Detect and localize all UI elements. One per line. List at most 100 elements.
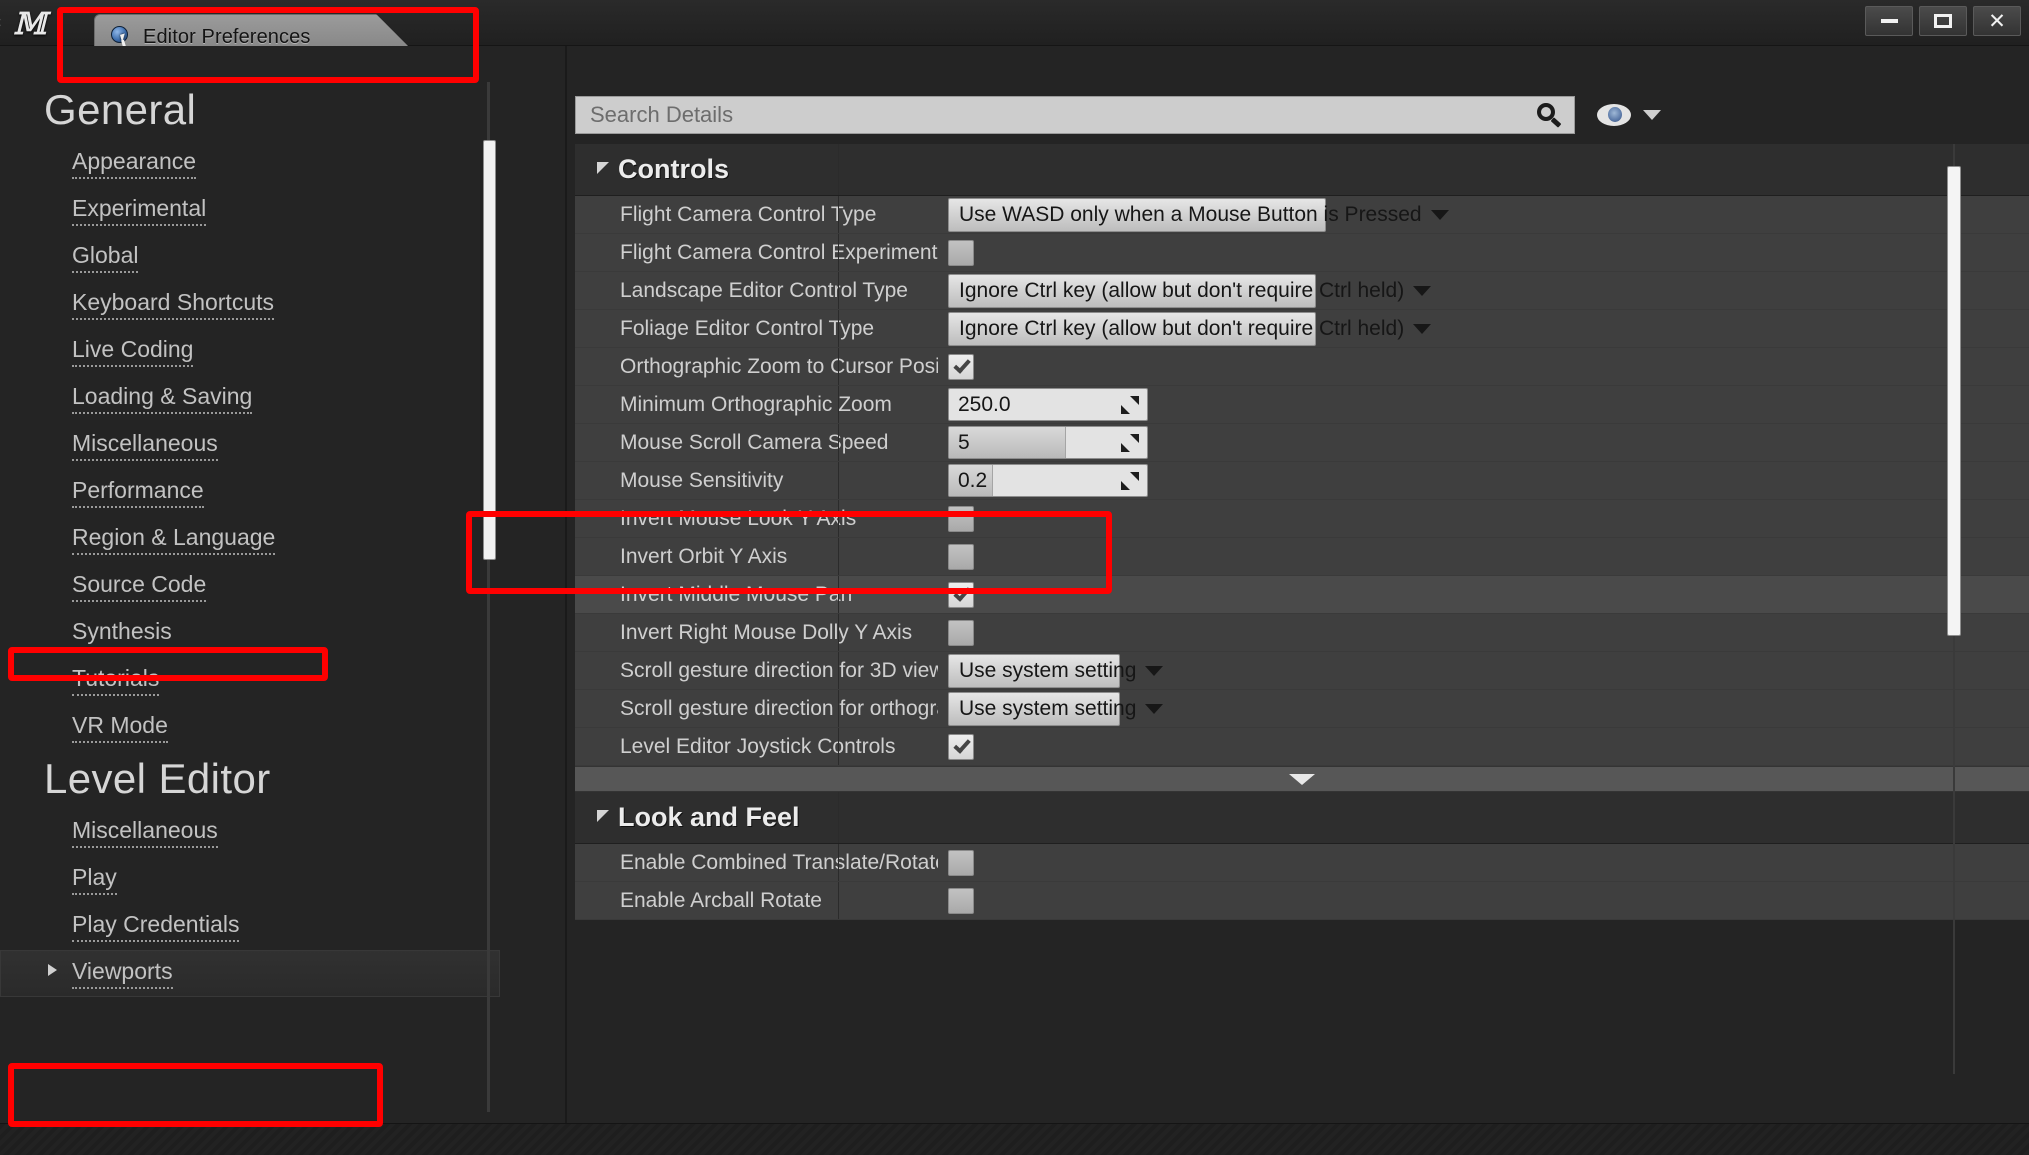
sidebar-item-label: Tutorials bbox=[72, 665, 160, 696]
checkbox-unchecked[interactable] bbox=[948, 239, 974, 266]
unreal-engine-logo-icon: 𝕄 bbox=[13, 6, 47, 42]
minimize-button[interactable] bbox=[1865, 6, 1913, 36]
sidebar-item-label: Keyboard Shortcuts bbox=[72, 289, 275, 320]
sidebar-item-keyboard-shortcuts[interactable]: Keyboard Shortcuts bbox=[0, 281, 500, 328]
checkbox-unchecked[interactable] bbox=[948, 849, 974, 876]
tab-close-icon[interactable]: × bbox=[0, 14, 2, 31]
numeric-input[interactable]: 5 bbox=[948, 426, 1148, 459]
panel-divider[interactable] bbox=[565, 46, 567, 1155]
section-header[interactable]: Controls bbox=[575, 144, 2029, 196]
dropdown-value: Ignore Ctrl key (allow but don't require… bbox=[959, 278, 1405, 302]
chevron-down-icon[interactable] bbox=[1289, 773, 1315, 785]
sidebar-item-viewports[interactable]: Viewports bbox=[0, 950, 500, 997]
property-row[interactable]: Flight Camera Control Experimental Navig… bbox=[575, 234, 2029, 272]
checkbox-unchecked[interactable] bbox=[948, 505, 974, 532]
property-row[interactable]: Invert Orbit Y Axis bbox=[575, 538, 2029, 576]
property-row[interactable]: Mouse Sensitivity 0.2 bbox=[575, 462, 2029, 500]
checkbox-checked[interactable] bbox=[948, 581, 974, 608]
property-row[interactable]: Foliage Editor Control Type Ignore Ctrl k… bbox=[575, 310, 2029, 348]
property-row[interactable]: Minimum Orthographic Zoom 250.0 bbox=[575, 386, 2029, 424]
property-label: Flight Camera Control Experimental Navig… bbox=[620, 240, 938, 264]
property-row[interactable]: Enable Arcball Rotate bbox=[575, 882, 2029, 920]
sidebar-item-miscellaneous[interactable]: Miscellaneous bbox=[0, 809, 500, 856]
property-value bbox=[938, 581, 2029, 608]
sidebar-item-global[interactable]: Global bbox=[0, 234, 500, 281]
checkbox-unchecked[interactable] bbox=[948, 543, 974, 570]
chevron-down-icon[interactable] bbox=[1643, 110, 1661, 120]
sidebar-item-label: Synthesis bbox=[72, 618, 172, 649]
drag-handle-icon[interactable] bbox=[1121, 472, 1139, 490]
sidebar-item-label: Appearance bbox=[72, 148, 197, 179]
sidebar-item-miscellaneous[interactable]: Miscellaneous bbox=[0, 422, 500, 469]
collapse-triangle-icon[interactable] bbox=[597, 810, 609, 822]
sidebar-group-title: Level Editor bbox=[44, 755, 271, 802]
category-sidebar[interactable]: General Appearance Experimental Global Keybo… bbox=[0, 82, 500, 1122]
dropdown-value: Use system setting bbox=[959, 658, 1137, 682]
sidebar-item-loading-saving[interactable]: Loading & Saving bbox=[0, 375, 500, 422]
maximize-button[interactable] bbox=[1919, 6, 1967, 36]
sidebar-item-source-code[interactable]: Source Code bbox=[0, 563, 500, 610]
dropdown[interactable]: Ignore Ctrl key (allow but don't require… bbox=[948, 311, 1432, 346]
property-label: Mouse Scroll Camera Speed bbox=[620, 430, 889, 454]
property-row[interactable]: Invert Right Mouse Dolly Y Axis bbox=[575, 614, 2029, 652]
column-divider bbox=[838, 462, 839, 499]
property-label: Landscape Editor Control Type bbox=[620, 278, 908, 302]
property-row[interactable]: Invert Mouse Look Y Axis bbox=[575, 500, 2029, 538]
property-row[interactable]: Mouse Scroll Camera Speed 5 bbox=[575, 424, 2029, 462]
sidebar-scrollbar-thumb[interactable] bbox=[483, 140, 496, 560]
property-row[interactable]: Flight Camera Control Type Use WASD only … bbox=[575, 196, 2029, 234]
numeric-input[interactable]: 0.2 bbox=[948, 464, 1148, 497]
column-divider bbox=[838, 272, 839, 309]
status-bar bbox=[0, 1123, 2029, 1155]
details-scrollbar-thumb[interactable] bbox=[1947, 166, 1961, 636]
sidebar-item-vr-mode[interactable]: VR Mode bbox=[0, 704, 500, 751]
sidebar-item-performance[interactable]: Performance bbox=[0, 469, 500, 516]
close-button[interactable]: ✕ bbox=[1973, 6, 2021, 36]
sidebar-item-play[interactable]: Play bbox=[0, 856, 500, 903]
property-label: Enable Arcball Rotate bbox=[620, 888, 822, 912]
checkbox-unchecked[interactable] bbox=[948, 619, 974, 646]
property-row[interactable]: Landscape Editor Control Type Ignore Ctrl… bbox=[575, 272, 2029, 310]
dropdown[interactable]: Use system setting bbox=[948, 691, 1164, 726]
window-body: General Appearance Experimental Global Keybo… bbox=[0, 46, 2029, 1155]
sidebar-item-label: Region & Language bbox=[72, 524, 276, 555]
property-value: Use system setting bbox=[938, 653, 2029, 688]
close-icon: ✕ bbox=[1988, 8, 2006, 33]
property-row[interactable]: Enable Combined Translate/Rotate Widget bbox=[575, 844, 2029, 882]
eye-icon[interactable] bbox=[1597, 104, 1631, 126]
property-row[interactable]: Orthographic Zoom to Cursor Position bbox=[575, 348, 2029, 386]
section-separator[interactable] bbox=[575, 766, 2029, 792]
property-value bbox=[938, 849, 2029, 876]
chevron-right-icon[interactable] bbox=[48, 964, 57, 976]
checkbox-checked[interactable] bbox=[948, 733, 974, 760]
drag-handle-icon[interactable] bbox=[1121, 396, 1139, 414]
drag-handle-icon[interactable] bbox=[1121, 434, 1139, 452]
property-row[interactable]: Level Editor Joystick Controls bbox=[575, 728, 2029, 766]
sidebar-item-play-credentials[interactable]: Play Credentials bbox=[0, 903, 500, 950]
sidebar-item-tutorials[interactable]: Tutorials bbox=[0, 657, 500, 704]
section-header[interactable]: Look and Feel bbox=[575, 792, 2029, 844]
column-divider bbox=[838, 576, 839, 613]
numeric-input[interactable]: 250.0 bbox=[948, 388, 1148, 421]
sidebar-item-experimental[interactable]: Experimental bbox=[0, 187, 500, 234]
property-value bbox=[938, 239, 2029, 266]
search-icon[interactable] bbox=[1534, 101, 1564, 131]
dropdown[interactable]: Use system setting bbox=[948, 653, 1164, 688]
column-divider bbox=[838, 882, 839, 919]
editor-preferences-window: 𝕄 Editor Preferences × ✕ General Appearan… bbox=[0, 0, 2029, 1155]
sidebar-item-appearance[interactable]: Appearance bbox=[0, 140, 500, 187]
property-value bbox=[938, 543, 2029, 570]
sidebar-item-live-coding[interactable]: Live Coding bbox=[0, 328, 500, 375]
dropdown[interactable]: Use WASD only when a Mouse Button is Pre… bbox=[948, 197, 1449, 232]
search-input[interactable]: Search Details bbox=[575, 96, 1575, 134]
dropdown[interactable]: Ignore Ctrl key (allow but don't require… bbox=[948, 273, 1432, 308]
collapse-triangle-icon[interactable] bbox=[597, 162, 609, 174]
checkbox-unchecked[interactable] bbox=[948, 887, 974, 914]
property-row[interactable]: Scroll gesture direction for orthographi… bbox=[575, 690, 2029, 728]
property-row[interactable]: Scroll gesture direction for 3D viewport… bbox=[575, 652, 2029, 690]
sidebar-item-synthesis[interactable]: Synthesis bbox=[0, 610, 500, 657]
sidebar-item-region-language[interactable]: Region & Language bbox=[0, 516, 500, 563]
checkbox-checked[interactable] bbox=[948, 353, 974, 380]
property-row[interactable]: Invert Middle Mouse Pan bbox=[575, 576, 2029, 614]
column-divider bbox=[838, 538, 839, 575]
